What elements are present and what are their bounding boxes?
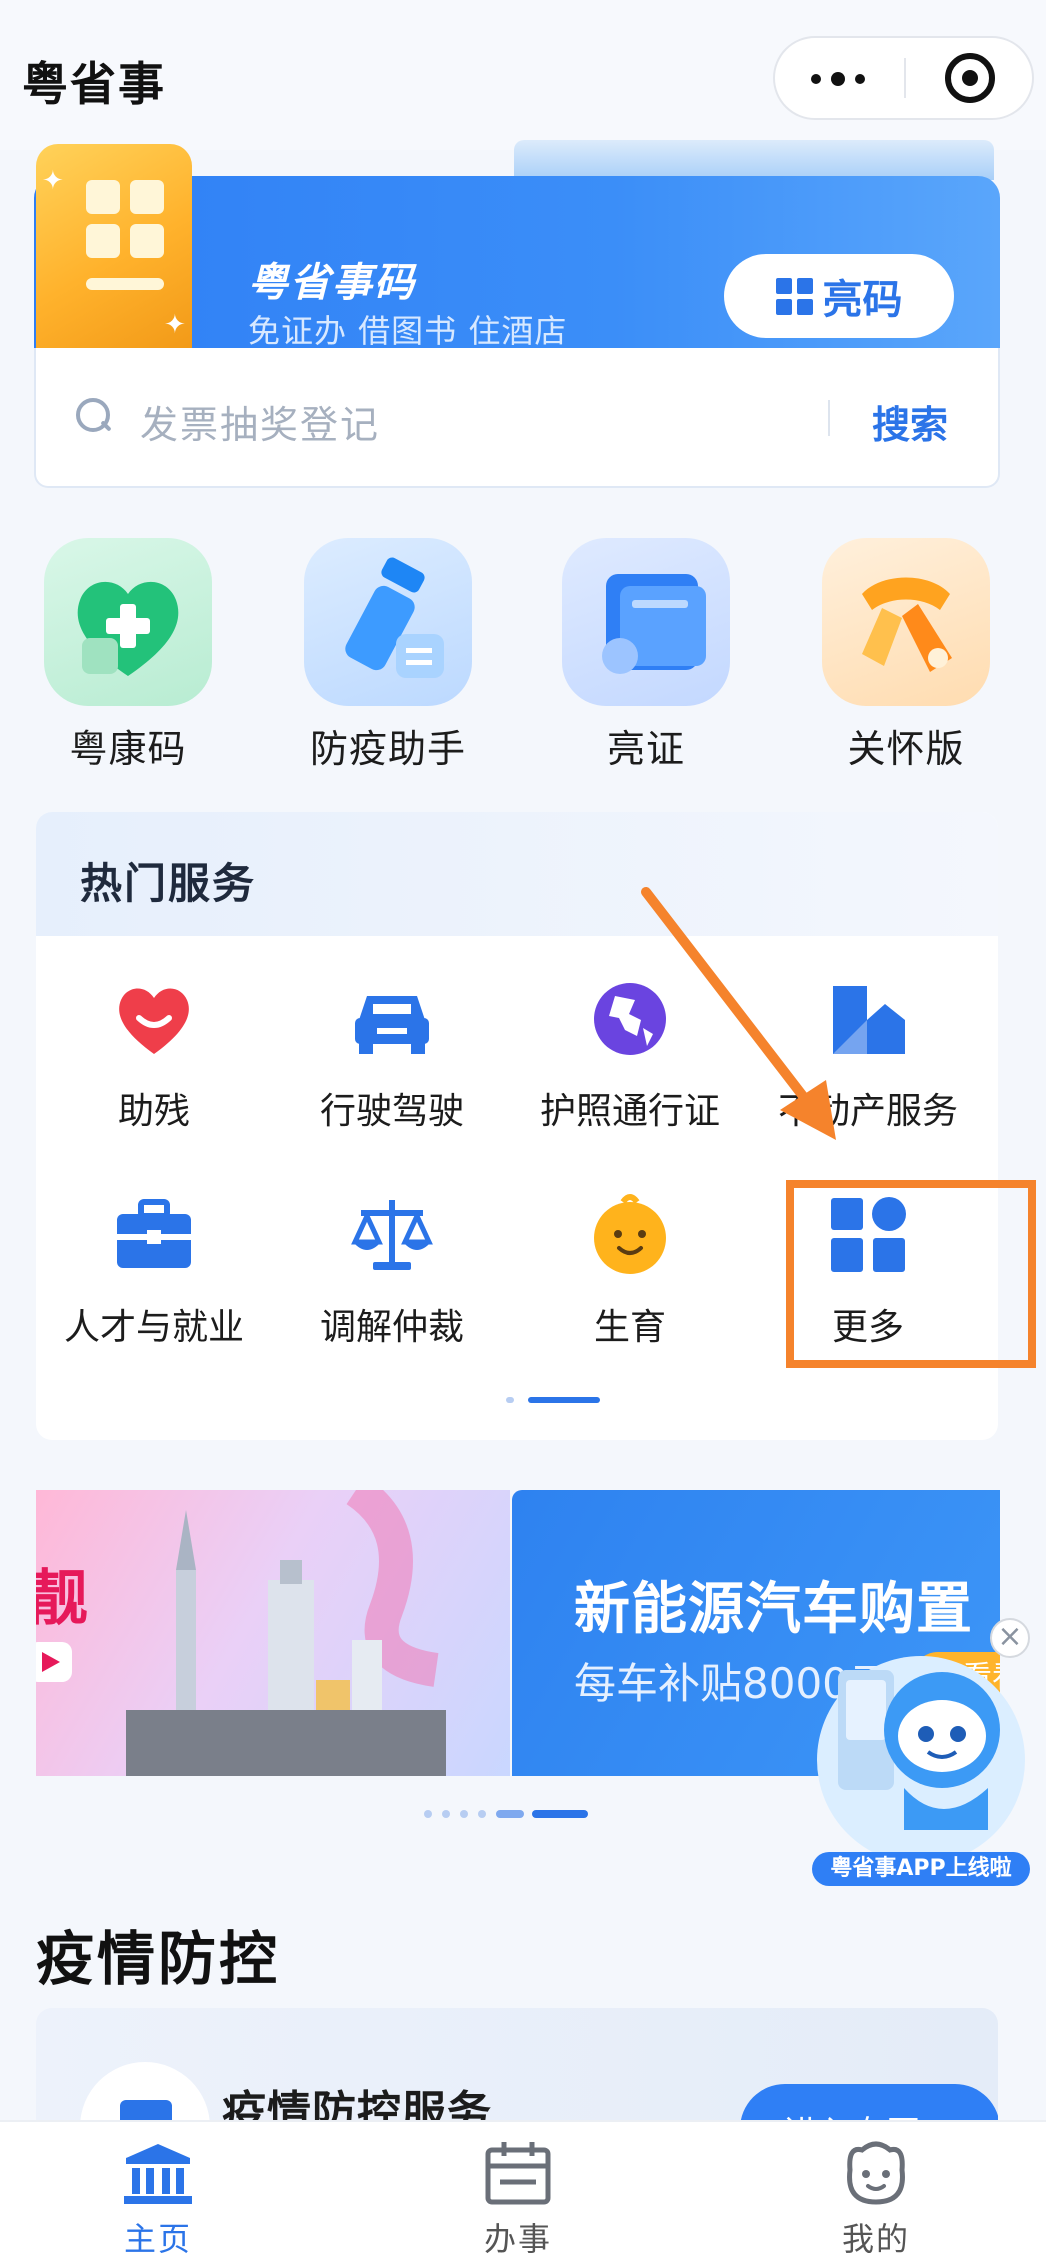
tab-profile[interactable]: 我的 xyxy=(796,2122,956,2266)
capsule-divider xyxy=(904,58,906,98)
service-label: 人才与就业 xyxy=(63,1307,244,1348)
service-childbirth[interactable]: 生育 xyxy=(512,1190,748,1350)
search-input[interactable]: 发票抽奖登记 xyxy=(140,394,380,449)
bottom-tab-bar: 主页 办事 我的 xyxy=(0,2120,1046,2266)
balance-scale-icon xyxy=(347,1190,437,1280)
service-mediation-arbitration[interactable]: 调解仲裁 xyxy=(274,1190,510,1350)
baby-face-icon xyxy=(585,1190,675,1280)
play-icon xyxy=(36,1642,72,1682)
service-real-estate[interactable]: 不动产服务 xyxy=(750,974,986,1134)
tab-label: 我的 xyxy=(841,2220,910,2258)
mini-program-capsule xyxy=(773,36,1034,120)
show-code-label: 亮码 xyxy=(822,277,903,323)
close-icon[interactable]: × xyxy=(990,1618,1030,1658)
app-title: 粤省事 xyxy=(22,57,166,111)
quick-action-label: 亮证 xyxy=(606,727,685,771)
home-building-icon xyxy=(122,2140,194,2206)
quick-action-care-version[interactable]: 关怀版 xyxy=(806,538,1006,773)
service-driving[interactable]: 行驶驾驶 xyxy=(274,974,510,1134)
mascot-icon xyxy=(812,1656,1030,1886)
service-label: 行驶驾驶 xyxy=(319,1091,464,1132)
service-label: 护照通行证 xyxy=(539,1091,720,1132)
top-bar: 粤省事 xyxy=(0,0,1046,150)
car-icon xyxy=(347,974,437,1064)
floating-promo-label: 粤省事APP上线啦 xyxy=(830,1856,1012,1881)
yueshengshi-code-logo: ✦ ✦ xyxy=(36,144,192,348)
qr-card-subtitle: 免证办 借图书 住酒店 xyxy=(248,312,568,350)
spray-disinfect-icon xyxy=(304,538,472,706)
quick-action-show-certificate[interactable]: 亮证 xyxy=(546,538,746,773)
floating-app-promo[interactable]: 粤省事APP上线啦 xyxy=(808,1640,1034,1888)
search-button[interactable]: 搜索 xyxy=(872,394,948,449)
more-highlight-box xyxy=(786,1180,1036,1368)
service-disability-aid[interactable]: 助残 xyxy=(36,974,272,1134)
id-card-wallet-icon xyxy=(562,538,730,706)
tab-services[interactable]: 办事 xyxy=(438,2122,598,2266)
profile-face-icon xyxy=(840,2140,912,2206)
quick-action-epidemic-assistant[interactable]: 防疫助手 xyxy=(288,538,488,773)
search-bar[interactable]: 发票抽奖登记 搜索 xyxy=(34,348,1000,488)
service-label: 助残 xyxy=(117,1091,190,1132)
globe-icon xyxy=(585,974,675,1064)
promo-banner-left[interactable]: 靓 xyxy=(36,1490,510,1776)
quick-action-label: 粤康码 xyxy=(69,727,187,771)
city-skyline-icon xyxy=(126,1490,446,1776)
banner-page-indicator xyxy=(424,1804,604,1823)
tab-label: 主页 xyxy=(123,2220,192,2258)
service-label: 不动产服务 xyxy=(777,1091,958,1132)
service-talent-employment[interactable]: 人才与就业 xyxy=(36,1190,272,1350)
hot-services-title: 热门服务 xyxy=(80,859,257,908)
services-page-indicator xyxy=(506,1390,606,1409)
tab-label: 办事 xyxy=(483,2220,552,2258)
close-target-icon[interactable] xyxy=(945,53,995,103)
qr-card-title: 粤省事码 xyxy=(248,260,416,306)
service-label: 生育 xyxy=(593,1307,666,1348)
calendar-icon xyxy=(482,2140,554,2206)
orange-scarf-icon xyxy=(822,538,990,706)
promo-banner-left-text: 靓 xyxy=(36,1564,88,1634)
qr-code-card: 粤省事码 免证办 借图书 住酒店 亮码 ✦ ✦ 发票抽奖登记 搜索 xyxy=(34,140,1000,490)
heart-icon xyxy=(109,974,199,1064)
briefcase-icon xyxy=(109,1190,199,1280)
quick-action-label: 关怀版 xyxy=(847,727,965,771)
quick-action-label: 防疫助手 xyxy=(309,727,466,771)
show-code-button[interactable]: 亮码 xyxy=(724,254,954,338)
quick-action-yuekang-code[interactable]: 粤康码 xyxy=(28,538,228,773)
promo-banner-title: 新能源汽车购置 xyxy=(574,1577,973,1642)
service-label: 调解仲裁 xyxy=(319,1307,464,1348)
tab-home[interactable]: 主页 xyxy=(78,2122,238,2266)
search-divider xyxy=(828,400,830,436)
more-options-icon[interactable] xyxy=(775,38,903,118)
banner-decoration xyxy=(514,140,994,180)
search-icon xyxy=(76,398,112,434)
hot-services-header: 热门服务 xyxy=(36,812,998,936)
house-icon xyxy=(823,974,913,1064)
service-passport[interactable]: 护照通行证 xyxy=(512,974,748,1134)
green-heart-health-icon xyxy=(44,538,212,706)
qr-grid-icon xyxy=(775,277,813,315)
epidemic-section-title: 疫情防控 xyxy=(36,1925,281,1993)
